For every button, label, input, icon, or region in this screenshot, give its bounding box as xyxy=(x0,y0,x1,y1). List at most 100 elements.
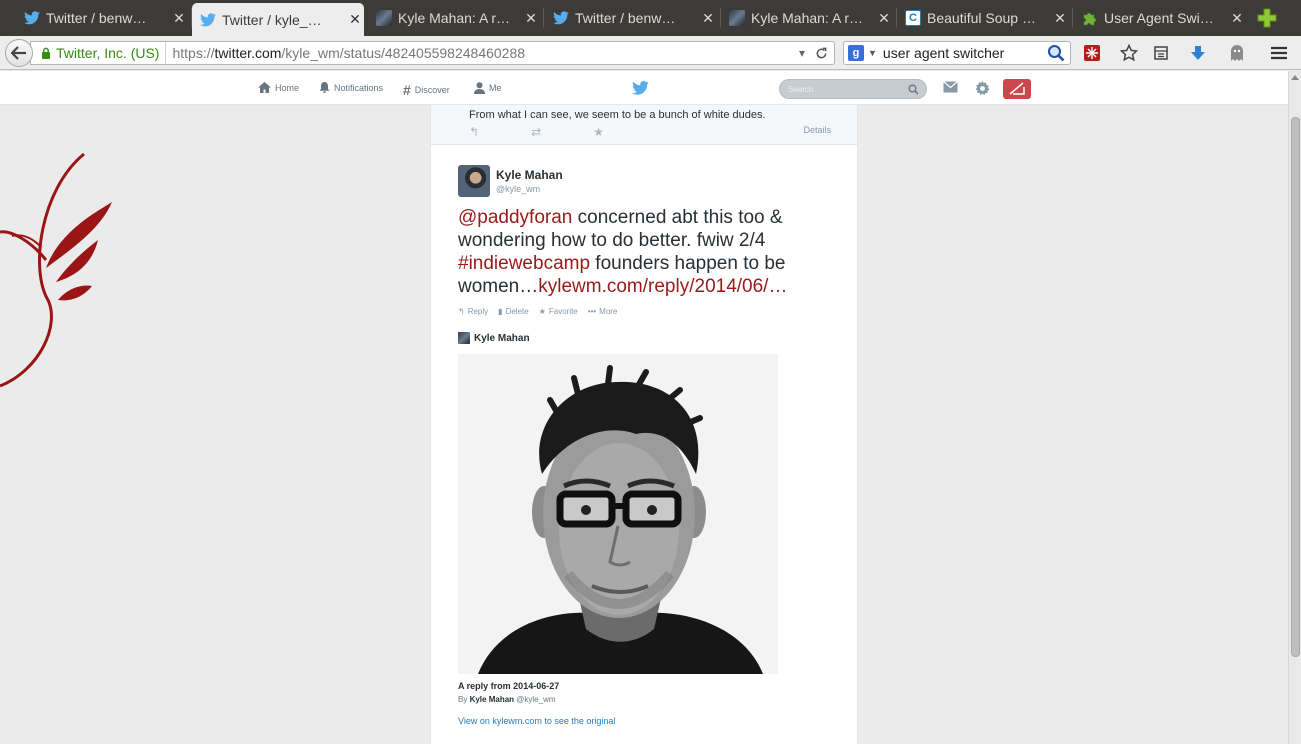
downloads-icon[interactable] xyxy=(1189,44,1207,62)
tab-title: User Agent Swi… xyxy=(1104,10,1214,26)
twitter-bird-icon[interactable] xyxy=(632,81,649,95)
tab-title: Twitter / benw… xyxy=(575,10,676,26)
bell-icon xyxy=(319,82,330,93)
favorite-action[interactable]: ★ Favorite xyxy=(539,307,578,316)
gear-icon[interactable] xyxy=(975,81,990,96)
twitter-icon xyxy=(553,11,569,25)
card-byline: By Kyle Mahan @kyle_wm xyxy=(458,695,556,704)
tab-user-agent-switcher[interactable]: User Agent Swi… ✕ xyxy=(1074,4,1246,32)
reload-icon[interactable] xyxy=(815,47,828,60)
tab-kyle-mahan-2[interactable]: Kyle Mahan: A r… ✕ xyxy=(721,4,893,32)
tweet-actions: ↰ Reply ▮ Delete ★ Favorite ••• More xyxy=(458,307,617,316)
scroll-up-arrow-icon[interactable] xyxy=(1291,75,1299,80)
card-photo[interactable] xyxy=(458,354,778,674)
hamburger-menu-icon[interactable] xyxy=(1270,44,1288,62)
card-caption: A reply from 2014-06-27 xyxy=(458,681,560,691)
retweet-icon[interactable]: ⇄ xyxy=(531,125,541,139)
search-icon[interactable] xyxy=(1047,44,1065,62)
previous-tweet-text: From what I can see, we seem to be a bun… xyxy=(469,109,766,121)
more-label: More xyxy=(599,307,618,316)
close-icon[interactable]: ✕ xyxy=(1051,10,1069,27)
tweet-author-handle[interactable]: @kyle_wm xyxy=(496,184,563,194)
twitter-icon xyxy=(200,12,216,26)
close-icon[interactable]: ✕ xyxy=(1228,10,1246,27)
reply-action[interactable]: ↰ Reply xyxy=(458,307,488,316)
details-link[interactable]: Details xyxy=(803,125,831,135)
close-icon[interactable]: ✕ xyxy=(346,11,364,28)
nav-notifications[interactable]: Notifications xyxy=(319,82,383,93)
nav-home-label: Home xyxy=(275,82,300,93)
url-dropdown-icon[interactable]: ▾ xyxy=(799,46,805,60)
url-path: /kyle_wm/status/482405598248460288 xyxy=(281,45,526,61)
url-scheme: https:// xyxy=(172,45,215,61)
close-icon[interactable]: ✕ xyxy=(170,10,188,27)
browser-navigation-bar: Twitter, Inc. (US) https://twitter.com/k… xyxy=(0,36,1301,70)
search-engine-dropdown-icon[interactable]: ▼ xyxy=(868,48,877,58)
tweet-author-name[interactable]: Kyle Mahan xyxy=(496,168,563,182)
compose-tweet-button[interactable] xyxy=(1003,79,1031,99)
view-original-link[interactable]: View on kylewm.com to see the original xyxy=(458,716,615,726)
envelope-icon[interactable] xyxy=(943,81,958,93)
close-icon[interactable]: ✕ xyxy=(699,10,717,27)
url-host: twitter.com xyxy=(214,45,282,61)
previous-tweet[interactable]: From what I can see, we seem to be a bun… xyxy=(431,105,857,145)
twitter-top-bar: Home Notifications # Discover Me Search xyxy=(0,71,1288,105)
bookmarks-menu-icon[interactable] xyxy=(1152,44,1170,62)
reply-label: Reply xyxy=(467,307,489,316)
lock-icon xyxy=(42,47,50,59)
tweet-text: @paddyforan concerned abt this too & won… xyxy=(458,206,838,298)
twitter-icon xyxy=(24,11,40,25)
tab-twitter-benw-2[interactable]: Twitter / benw… ✕ xyxy=(545,4,717,32)
delete-label: Delete xyxy=(505,307,529,316)
reply-icon[interactable]: ↰ xyxy=(469,125,479,139)
search-bar[interactable]: g ▼ user agent switcher xyxy=(843,41,1071,65)
close-icon[interactable]: ✕ xyxy=(522,10,540,27)
star-icon[interactable]: ★ xyxy=(593,125,604,139)
tweet-column: From what I can see, we seem to be a bun… xyxy=(430,105,858,744)
trash-icon: ▮ xyxy=(498,307,503,316)
tab-title: Kyle Mahan: A r… xyxy=(398,10,511,26)
delete-action[interactable]: ▮ Delete xyxy=(498,307,529,316)
page-scrollbar[interactable] xyxy=(1288,71,1301,744)
google-icon[interactable]: g xyxy=(848,45,864,61)
avatar xyxy=(458,332,470,344)
nav-home[interactable]: Home xyxy=(258,82,299,93)
tab-title: Beautiful Soup … xyxy=(927,10,1036,26)
url-text[interactable]: https://twitter.com/kyle_wm/status/48240… xyxy=(166,45,799,61)
close-icon[interactable]: ✕ xyxy=(875,10,893,27)
browser-tab-strip: Twitter / benw… ✕ Twitter / kyle_… ✕ Kyl… xyxy=(0,0,1301,36)
nav-discover-label: Discover xyxy=(414,85,450,95)
search-icon[interactable] xyxy=(908,84,919,95)
tab-twitter-benw-1[interactable]: Twitter / benw… ✕ xyxy=(16,4,188,32)
site-identity[interactable]: Twitter, Inc. (US) xyxy=(31,42,167,64)
byline-name[interactable]: Kyle Mahan xyxy=(470,695,514,704)
addon-red-icon[interactable] xyxy=(1083,44,1101,62)
byline-handle[interactable]: @kyle_wm xyxy=(516,695,555,704)
tab-twitter-kyle-active[interactable]: Twitter / kyle_… ✕ xyxy=(192,3,364,36)
avatar[interactable] xyxy=(458,165,490,197)
scrollbar-thumb[interactable] xyxy=(1291,117,1300,657)
url-link[interactable]: kylewm.com/reply/2014/06/… xyxy=(538,276,787,297)
mention-link[interactable]: @paddyforan xyxy=(458,207,572,228)
nav-discover[interactable]: # Discover xyxy=(403,82,450,98)
portrait-photo xyxy=(458,354,778,674)
twitter-search-placeholder: Search xyxy=(788,84,814,94)
tab-beautiful-soup[interactable]: C Beautiful Soup … ✕ xyxy=(897,4,1069,32)
twitter-search-input[interactable]: Search xyxy=(779,79,927,99)
tab-separator xyxy=(1072,8,1073,28)
tab-kyle-mahan-1[interactable]: Kyle Mahan: A r… ✕ xyxy=(368,4,540,32)
card-author[interactable]: Kyle Mahan xyxy=(458,332,530,344)
more-action[interactable]: ••• More xyxy=(588,307,618,316)
hashtag-link[interactable]: #indiewebcamp xyxy=(458,253,590,274)
tab-title: Twitter / kyle_… xyxy=(222,11,322,28)
new-tab-plus-icon[interactable] xyxy=(1256,7,1278,29)
back-button[interactable] xyxy=(5,39,33,67)
nav-me[interactable]: Me xyxy=(474,82,502,94)
ghostery-icon[interactable] xyxy=(1228,44,1246,62)
person-icon xyxy=(474,82,485,94)
search-input[interactable]: user agent switcher xyxy=(883,45,1047,61)
url-bar[interactable]: Twitter, Inc. (US) https://twitter.com/k… xyxy=(30,41,835,65)
favorite-label: Favorite xyxy=(548,307,578,316)
bookmark-star-icon[interactable] xyxy=(1120,44,1138,62)
tab-title: Twitter / benw… xyxy=(46,10,147,26)
